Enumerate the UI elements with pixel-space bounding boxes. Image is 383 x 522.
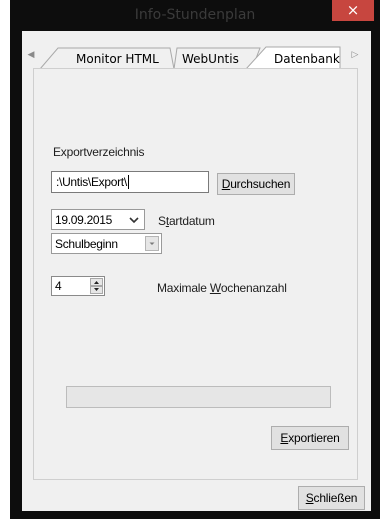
max-weeks-label-post: ochenanzahl [220, 281, 287, 295]
triangle-down-icon [94, 288, 99, 291]
start-mode-select[interactable]: Schulbeginn [51, 233, 162, 254]
close-dialog-button[interactable]: Schließen [298, 486, 365, 510]
export-accel: E [280, 431, 289, 445]
close-accel: S [305, 491, 314, 505]
tab-scroll-right-icon[interactable]: ▷ [348, 48, 362, 62]
export-directory-value: :\Untis\Export\ [56, 175, 127, 189]
max-weeks-stepper[interactable]: 4 [51, 276, 105, 296]
chevron-down-icon [149, 242, 155, 245]
max-weeks-value: 4 [55, 279, 62, 293]
tab-label: Monitor HTML [76, 52, 159, 66]
dialog-window: Info-Stundenplan × ◀ Monitor HTML WebUnt… [10, 0, 380, 519]
close-label: chließen [313, 491, 358, 505]
start-date-value: 19.09.2015 [55, 213, 113, 227]
chevron-down-icon[interactable] [129, 217, 139, 224]
export-button[interactable]: Exportieren [271, 426, 349, 450]
stepper-down-button[interactable] [90, 286, 103, 294]
browse-label: urchsuchen [230, 177, 291, 191]
start-date-picker[interactable]: 19.09.2015 [51, 209, 145, 230]
start-date-label-post: artdatum [168, 214, 215, 228]
browse-accel: D [221, 177, 231, 191]
start-date-label-pre: S [158, 214, 166, 228]
close-icon: × [346, 1, 360, 19]
stepper-up-button[interactable] [90, 278, 103, 286]
max-weeks-label-pre: Maximale [157, 281, 210, 295]
triangle-up-icon [94, 281, 99, 284]
window-title: Info-Stundenplan [134, 7, 256, 23]
dialog-client-area: ◀ Monitor HTML WebUntis Datenbank ▷ Expo… [22, 31, 371, 511]
tab-strip: ◀ Monitor HTML WebUntis Datenbank ▷ [22, 31, 371, 70]
max-weeks-label-accel: W [209, 281, 221, 295]
export-progress-bar [66, 386, 331, 408]
close-window-button[interactable]: × [332, 0, 374, 21]
tab-label: WebUntis [182, 52, 239, 66]
max-weeks-label: Maximale Wochenanzahl [157, 281, 287, 295]
tab-page-datenbank: Exportverzeichnis :\Untis\Export\ Durchs… [33, 68, 358, 480]
export-directory-input[interactable]: :\Untis\Export\ [51, 171, 209, 193]
title-bar[interactable]: Info-Stundenplan × [10, 0, 380, 30]
export-directory-label: Exportverzeichnis [53, 145, 145, 159]
browse-button[interactable]: Durchsuchen [217, 173, 295, 195]
dropdown-arrow-button[interactable] [145, 236, 159, 251]
export-label: xportieren [288, 431, 340, 445]
tab-label: Datenbank [274, 52, 340, 66]
start-mode-value: Schulbeginn [55, 237, 118, 251]
start-date-label: Startdatum [158, 214, 215, 228]
